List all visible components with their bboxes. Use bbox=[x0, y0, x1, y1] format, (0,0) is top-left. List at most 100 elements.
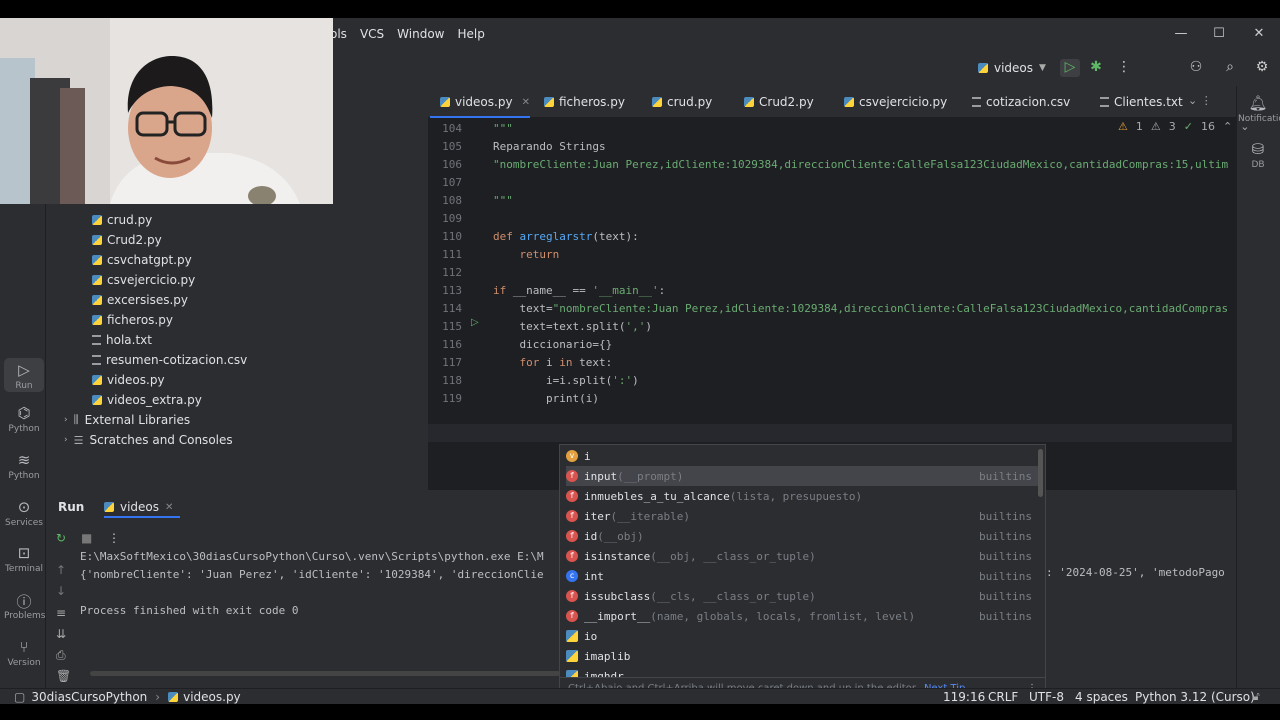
code-line[interactable]: print(i) bbox=[493, 390, 599, 408]
run-icon[interactable]: ▷ bbox=[1060, 59, 1080, 77]
editor-tab-6[interactable]: Clientes.txt bbox=[1100, 86, 1183, 118]
popup-scrollbar[interactable] bbox=[1038, 449, 1043, 497]
code-line[interactable]: return bbox=[493, 246, 560, 264]
lock-icon[interactable]: 🔓︎ bbox=[1252, 689, 1260, 704]
completion-item[interactable]: f __import__ (name, globals, locals, froml… bbox=[566, 606, 1040, 626]
completion-item[interactable]: f input (__prompt) builtins bbox=[566, 466, 1040, 486]
breadcrumb-file[interactable]: videos.py bbox=[183, 690, 241, 704]
trash-icon[interactable]: 🗑︎ bbox=[56, 669, 71, 683]
code-line[interactable]: "nombreCliente:Juan Perez,idCliente:1029… bbox=[493, 156, 1228, 174]
arrow-down-icon[interactable]: ↓ bbox=[56, 584, 66, 598]
minimize-button[interactable]: — bbox=[1162, 18, 1200, 50]
rerun-icon[interactable]: ↻ bbox=[56, 531, 66, 545]
more-icon[interactable]: ⋮ bbox=[108, 531, 120, 545]
close-window-button[interactable]: ✕ bbox=[1240, 18, 1278, 50]
arrow-up-icon[interactable]: ↑ bbox=[56, 563, 66, 577]
project-file-label: ficheros.py bbox=[107, 313, 173, 327]
soft-wrap-icon[interactable]: ≡ bbox=[56, 606, 66, 620]
tool-python-console[interactable]: ⌬ Python bbox=[4, 404, 44, 434]
code-line[interactable]: def arreglarstr(text): bbox=[493, 228, 639, 246]
editor-tab-3[interactable]: Crud2.py bbox=[744, 86, 814, 118]
project-file-item[interactable]: resumen-cotizacion.csv bbox=[92, 350, 247, 370]
print-icon[interactable]: ⎙ bbox=[56, 648, 66, 663]
code-line[interactable]: """ bbox=[493, 192, 513, 210]
breadcrumb-project[interactable]: 30diasCursoPython bbox=[31, 690, 147, 704]
line-number: 113 bbox=[442, 284, 462, 297]
run-tab-videos[interactable]: videos ✕ bbox=[104, 500, 173, 514]
tool-version-control[interactable]: ⑂ Version bbox=[4, 638, 44, 668]
caret-position[interactable]: 119:16 bbox=[943, 690, 985, 704]
chevron-down-icon[interactable]: ⌄ bbox=[1240, 120, 1249, 133]
completion-item[interactable]: f issubclass (__cls, __class_or_tuple) buil… bbox=[566, 586, 1040, 606]
tool-run[interactable]: ▷ Run bbox=[4, 358, 44, 392]
add-user-icon[interactable]: ⚇ bbox=[1186, 59, 1206, 77]
stop-icon[interactable]: ■ bbox=[81, 531, 92, 545]
tool-problems[interactable]: ⓘ Problems bbox=[4, 591, 45, 621]
search-icon[interactable]: ⌕ bbox=[1220, 59, 1240, 77]
run-gutter-icon[interactable]: ▷ bbox=[471, 317, 479, 328]
code-line[interactable]: for i in text: bbox=[493, 354, 613, 372]
tool-database[interactable]: ⛁ DB bbox=[1238, 140, 1278, 170]
project-file-item[interactable]: videos.py bbox=[92, 370, 165, 390]
maximize-button[interactable]: ☐ bbox=[1200, 18, 1238, 50]
chevron-up-icon[interactable]: ⌃ bbox=[1223, 120, 1232, 133]
close-tab-icon[interactable]: ✕ bbox=[522, 97, 530, 108]
close-tab-icon[interactable]: ✕ bbox=[165, 502, 173, 513]
line-separator[interactable]: CRLF bbox=[988, 690, 1018, 704]
editor-tab-label: cotizacion.csv bbox=[986, 95, 1071, 109]
editor-tab-1[interactable]: ficheros.py bbox=[544, 86, 625, 118]
code-line[interactable]: i=i.split(':') bbox=[493, 372, 639, 390]
tool-services[interactable]: ⊙ Services bbox=[4, 498, 44, 528]
project-file-item[interactable]: hola.txt bbox=[92, 330, 152, 350]
code-line[interactable]: """ bbox=[493, 120, 513, 138]
scroll-to-end-icon[interactable]: ⇊ bbox=[56, 627, 66, 641]
indent-setting[interactable]: 4 spaces bbox=[1075, 690, 1128, 704]
more-actions-icon[interactable]: ⋮ bbox=[1114, 59, 1134, 77]
file-encoding[interactable]: UTF-8 bbox=[1029, 690, 1064, 704]
code-line[interactable]: Reparando Strings bbox=[493, 138, 606, 156]
completion-item[interactable]: io bbox=[566, 626, 1040, 646]
completion-item[interactable]: f isinstance (__obj, __class_or_tuple) buil… bbox=[566, 546, 1040, 566]
completion-item[interactable]: imaplib bbox=[566, 646, 1040, 666]
code-line[interactable]: text=text.split(',') bbox=[493, 318, 651, 336]
completion-item[interactable]: c int builtins bbox=[566, 566, 1040, 586]
python-icon bbox=[978, 63, 988, 73]
editor-tab-label: Crud2.py bbox=[759, 95, 814, 109]
menu-vcs[interactable]: VCS bbox=[360, 27, 384, 41]
horizontal-scrollbar[interactable] bbox=[90, 671, 560, 676]
external-libraries-node[interactable]: › ⫼ External Libraries bbox=[64, 410, 190, 430]
menu-help[interactable]: Help bbox=[457, 27, 484, 41]
settings-gear-icon[interactable]: ⚙ bbox=[1252, 59, 1272, 77]
problems-icon: ⓘ bbox=[16, 593, 32, 611]
project-file-item[interactable]: csvchatgpt.py bbox=[92, 250, 192, 270]
tool-python-packages[interactable]: ≋ Python bbox=[4, 451, 44, 481]
tool-terminal[interactable]: ⊡ Terminal bbox=[4, 544, 44, 574]
function-icon: f bbox=[566, 510, 578, 522]
completion-item[interactable]: f inmuebles_a_tu_alcance (lista, presupues… bbox=[566, 486, 1040, 506]
completion-item[interactable]: f iter (__iterable) builtins bbox=[566, 506, 1040, 526]
editor-tab-2[interactable]: crud.py bbox=[652, 86, 712, 118]
editor-tab-4[interactable]: csvejercicio.py bbox=[844, 86, 947, 118]
editor-tab-5[interactable]: cotizacion.csv bbox=[972, 86, 1070, 118]
editor-tab-0[interactable]: videos.py ✕ bbox=[440, 86, 530, 118]
inspection-widget[interactable]: ⚠ 1 ⚠ 3 ✓ 16 ⌃ ⌄ bbox=[1118, 120, 1249, 133]
code-line[interactable]: text="nombreCliente:Juan Perez,idCliente… bbox=[493, 300, 1228, 318]
scratches-node[interactable]: › ☰ Scratches and Consoles bbox=[64, 430, 233, 450]
completion-item[interactable]: vi bbox=[566, 446, 1040, 466]
run-config-selector[interactable]: videos ▼ bbox=[978, 58, 1046, 78]
code-line[interactable]: diccionario={} bbox=[493, 336, 612, 354]
menu-window[interactable]: Window bbox=[397, 27, 444, 41]
code-line[interactable]: if __name__ == '__main__': bbox=[493, 282, 665, 300]
project-file-item[interactable]: videos_extra.py bbox=[92, 390, 202, 410]
tab-overflow-icon[interactable]: ⌄ ⋮ bbox=[1188, 94, 1212, 107]
python-interpreter[interactable]: Python 3.12 (Curso) bbox=[1135, 690, 1255, 704]
project-file-item[interactable]: csvejercicio.py bbox=[92, 270, 195, 290]
project-file-item[interactable]: crud.py bbox=[92, 210, 152, 230]
completion-signature: (__obj) bbox=[597, 529, 644, 543]
completion-item[interactable]: f id (__obj) builtins bbox=[566, 526, 1040, 546]
project-file-item[interactable]: excersises.py bbox=[92, 290, 188, 310]
project-file-item[interactable]: ficheros.py bbox=[92, 310, 173, 330]
line-number: 104 bbox=[442, 122, 462, 135]
project-file-item[interactable]: Crud2.py bbox=[92, 230, 162, 250]
debug-icon[interactable]: ✱ bbox=[1086, 59, 1106, 77]
